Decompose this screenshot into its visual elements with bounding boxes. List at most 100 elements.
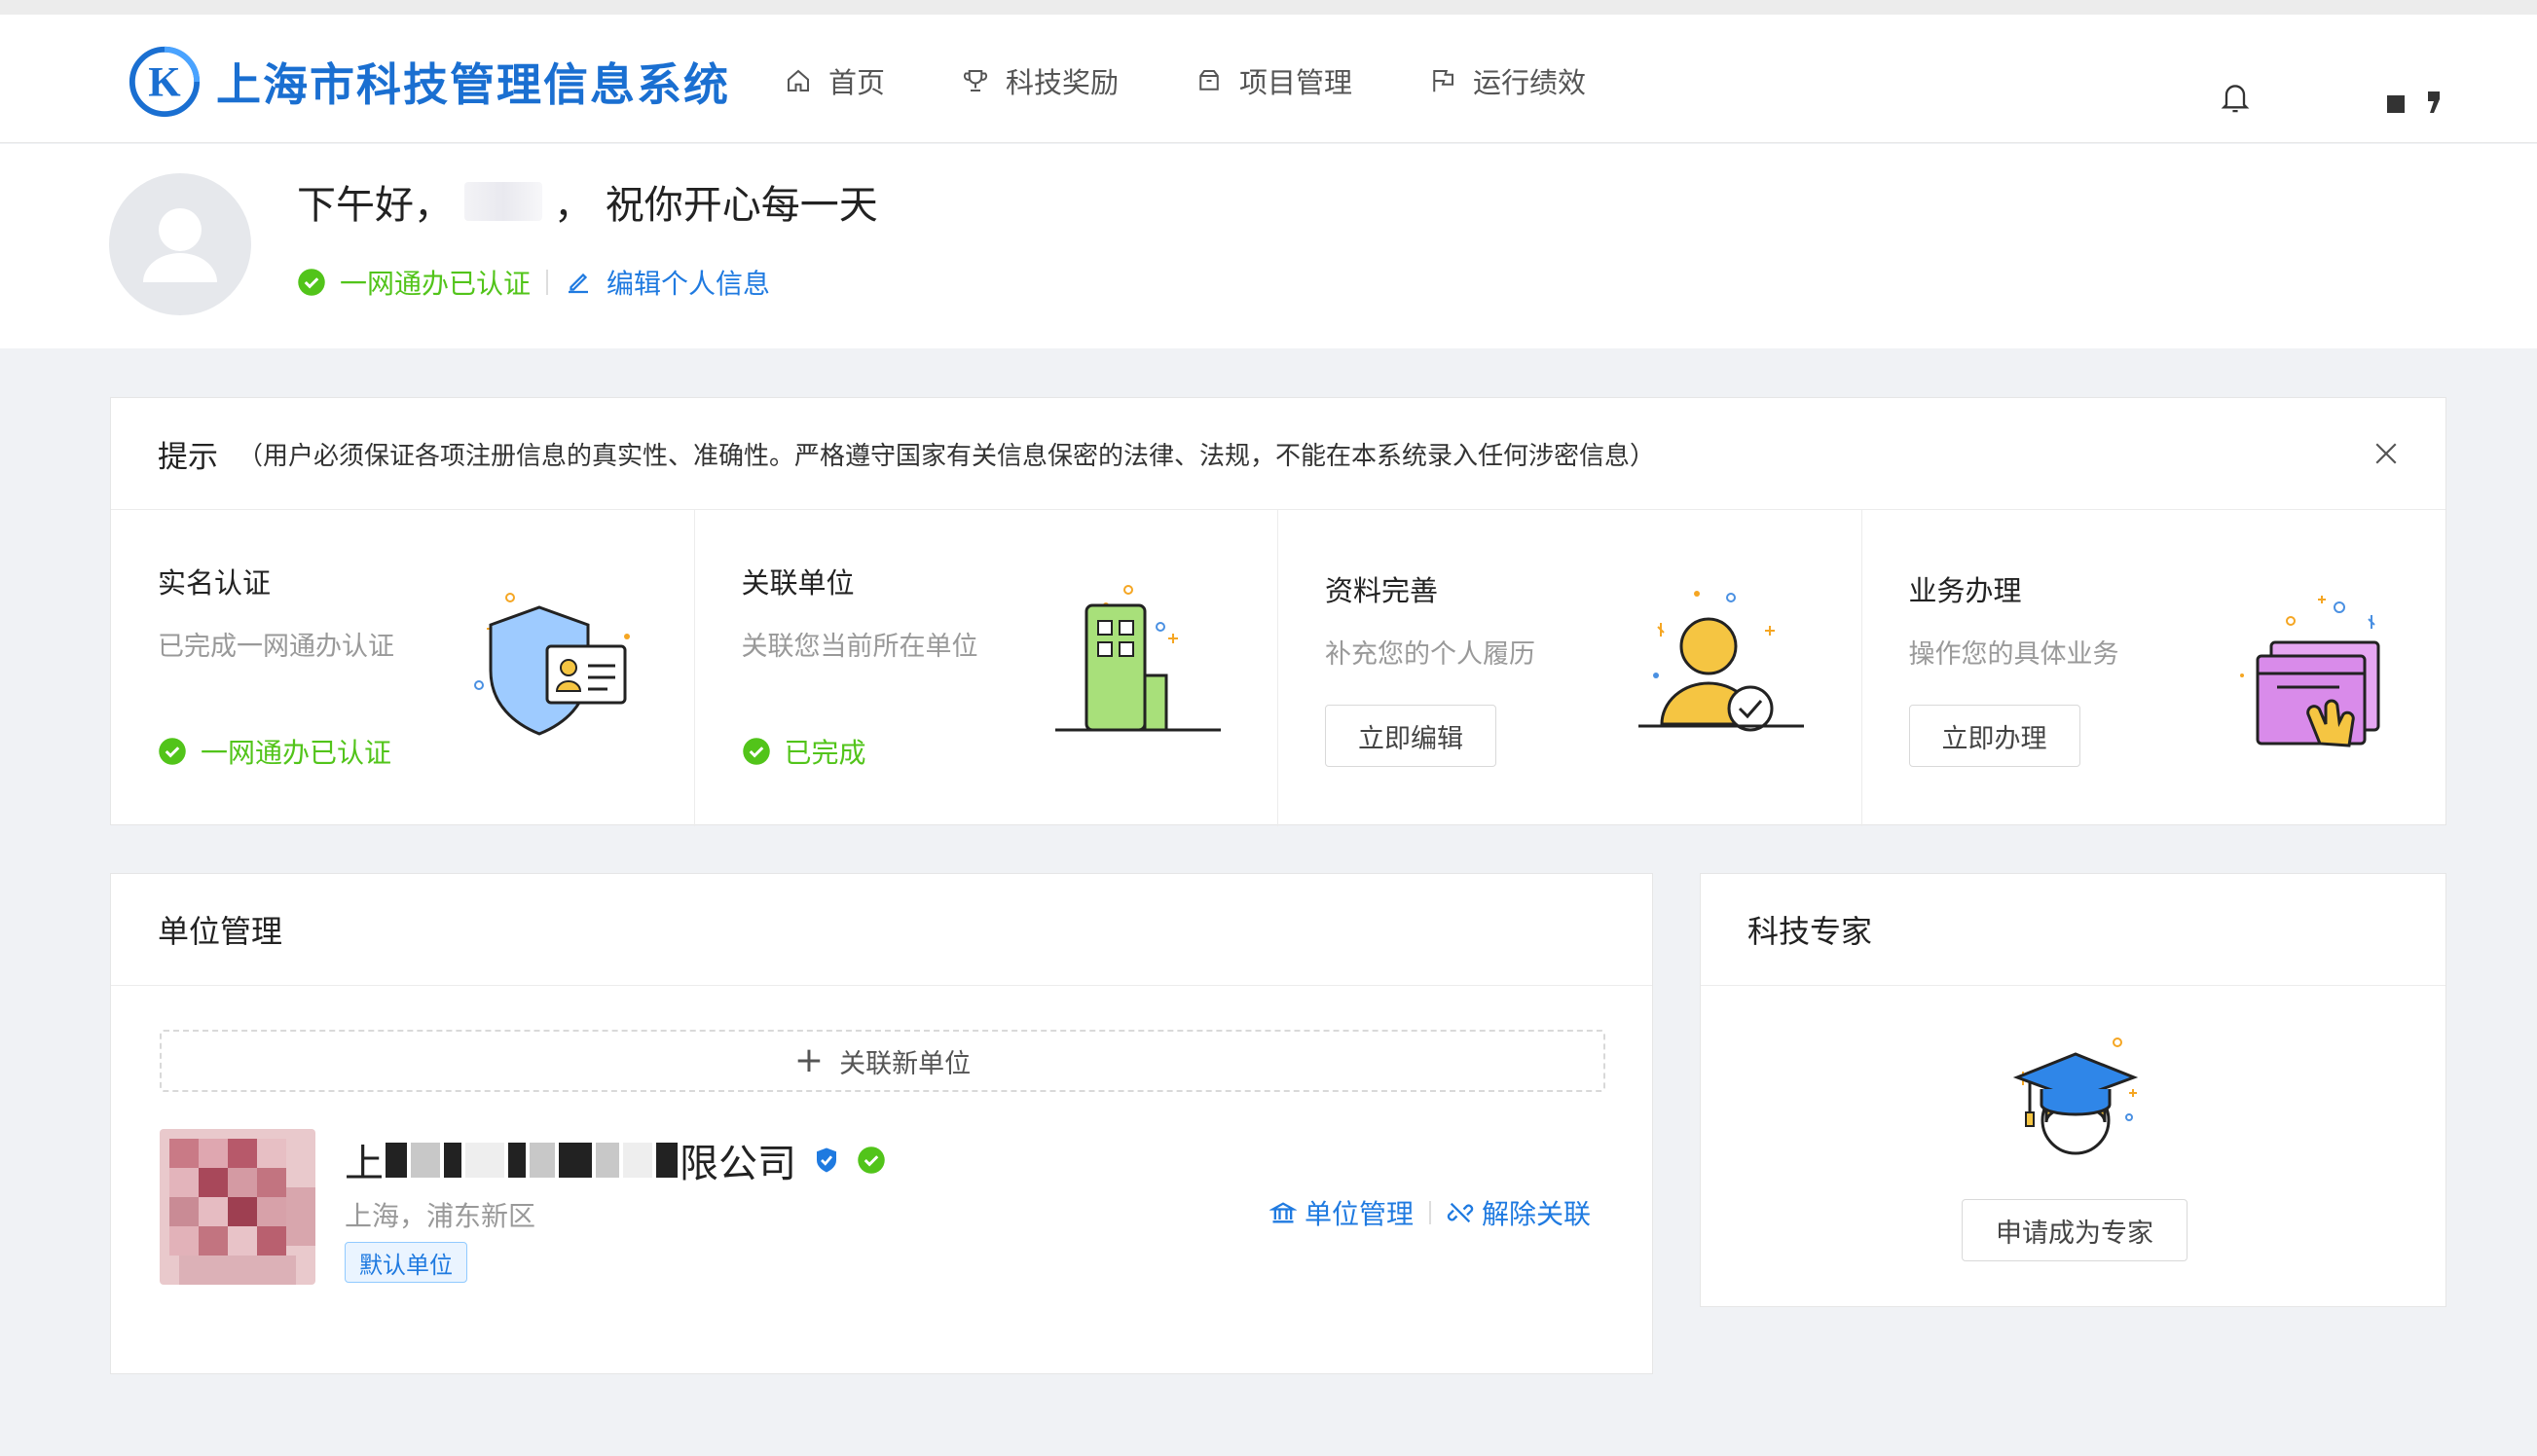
edit-profile-link[interactable]: 编辑个人信息 bbox=[607, 263, 770, 302]
unit-name-end: 限公司 bbox=[680, 1142, 796, 1186]
tip-title: 业务办理 bbox=[1908, 574, 2022, 607]
unlink-icon bbox=[1447, 1202, 1474, 1223]
user-check-icon bbox=[1638, 591, 1804, 732]
unit-management-card: 单位管理 + 关联新单位 上 限公司 上海，浦东新区 默认单位 单位管理 解除关… bbox=[110, 873, 1653, 1374]
tip-title: 实名认证 bbox=[158, 566, 272, 600]
building-icon bbox=[1054, 585, 1221, 732]
greeting-suffix: ， 祝你开心每一天 bbox=[554, 183, 878, 228]
pixelated-logo-icon bbox=[160, 1129, 315, 1285]
id-shield-icon bbox=[474, 593, 630, 736]
tips-header: 提示 （用户必须保证各项注册信息的真实性、准确性。严格遵守国家有关信息保密的法律… bbox=[111, 398, 2445, 510]
tip-title: 资料完善 bbox=[1325, 574, 1439, 607]
home-icon bbox=[788, 69, 809, 91]
plus-icon: + bbox=[793, 1040, 825, 1080]
redaction bbox=[656, 1143, 678, 1178]
nav-item-performance[interactable]: 运行绩效 bbox=[1428, 60, 1586, 101]
tips-grid: 实名认证 已完成一网通办认证 一网通办已认证 关联单位 关联您当前所在单位 已完… bbox=[111, 510, 2445, 826]
user-name-redacted bbox=[464, 182, 542, 221]
top-header: K 上海市科技管理信息系统 首页 科技奖励 项目管理 运行绩效 bbox=[0, 15, 2537, 143]
greeting-panel: 下午好， ， 祝你开心每一天 一网通办已认证 编辑个人信息 bbox=[0, 144, 2537, 348]
box-icon bbox=[1199, 70, 1219, 91]
greeting-text: 下午好， ， 祝你开心每一天 bbox=[297, 173, 878, 230]
tip-desc: 已完成一网通办认证 bbox=[158, 632, 394, 662]
redaction bbox=[530, 1143, 555, 1178]
unlink-label: 解除关联 bbox=[1482, 1198, 1592, 1230]
redaction bbox=[386, 1143, 407, 1178]
redaction bbox=[444, 1143, 461, 1178]
svg-text:K: K bbox=[148, 60, 181, 106]
unit-name-start: 上 bbox=[345, 1142, 384, 1186]
unit-manage-label: 单位管理 bbox=[1305, 1198, 1415, 1230]
add-unit-button[interactable]: + 关联新单位 bbox=[160, 1030, 1605, 1092]
cert-row: 一网通办已认证 编辑个人信息 bbox=[297, 263, 770, 302]
trophy-icon bbox=[963, 70, 988, 91]
tip-status: 一网通办已认证 bbox=[158, 732, 391, 771]
tip-status: 已完成 bbox=[742, 732, 866, 771]
tip-status-label: 一网通办已认证 bbox=[201, 737, 392, 769]
card-title: 单位管理 bbox=[111, 874, 1652, 986]
divider bbox=[1429, 1201, 1432, 1224]
add-unit-label: 关联新单位 bbox=[839, 1048, 972, 1079]
bell-icon[interactable] bbox=[2220, 80, 2251, 115]
logo-icon: K bbox=[129, 46, 201, 118]
nav-item-home[interactable]: 首页 bbox=[784, 60, 885, 101]
unit-name: 上 限公司 bbox=[345, 1132, 886, 1188]
tip-business: 业务办理 操作您的具体业务 立即办理 bbox=[1862, 510, 2446, 826]
edit-now-button[interactable]: 立即编辑 bbox=[1325, 705, 1496, 767]
avatar[interactable] bbox=[109, 173, 251, 315]
check-circle-icon bbox=[298, 269, 325, 296]
check-circle-icon bbox=[858, 1147, 885, 1174]
redaction bbox=[559, 1143, 592, 1178]
redaction bbox=[508, 1143, 526, 1178]
unit-manage-link[interactable]: 单位管理 bbox=[1269, 1193, 1414, 1232]
unlink-link[interactable]: 解除关联 bbox=[1447, 1193, 1591, 1232]
tip-desc: 关联您当前所在单位 bbox=[741, 632, 978, 662]
flag-icon bbox=[1433, 70, 1454, 92]
tips-title: 提示 bbox=[158, 439, 218, 475]
tip-linked-unit: 关联单位 关联您当前所在单位 已完成 bbox=[695, 510, 1278, 826]
check-circle-icon bbox=[742, 738, 770, 765]
check-circle-icon bbox=[159, 738, 186, 765]
certified-label: 一网通办已认证 bbox=[340, 268, 532, 300]
main-nav: 首页 科技奖励 项目管理 运行绩效 bbox=[784, 60, 1662, 101]
greeting-prefix: 下午好， bbox=[297, 183, 453, 228]
expert-card: 科技专家 申请成为专家 bbox=[1700, 873, 2446, 1307]
verified-badge-icon bbox=[817, 1147, 836, 1173]
nav-label: 运行绩效 bbox=[1473, 66, 1587, 99]
unit-logo bbox=[160, 1129, 315, 1285]
bank-icon bbox=[1269, 1202, 1297, 1223]
unit-location: 上海，浦东新区 bbox=[345, 1200, 536, 1232]
tips-card: 提示 （用户必须保证各项注册信息的真实性、准确性。严格遵守国家有关信息保密的法律… bbox=[110, 397, 2446, 826]
tip-real-name: 实名认证 已完成一网通办认证 一网通办已认证 bbox=[111, 510, 695, 826]
nav-item-projects[interactable]: 项目管理 bbox=[1195, 60, 1352, 101]
tip-desc: 补充您的个人履历 bbox=[1325, 639, 1535, 670]
tips-note: （用户必须保证各项注册信息的真实性、准确性。严格遵守国家有关信息保密的法律、法规… bbox=[238, 441, 1656, 471]
unit-actions: 单位管理 解除关联 bbox=[1269, 1193, 1591, 1232]
divider bbox=[546, 270, 549, 295]
browser-top-strip bbox=[0, 0, 2537, 15]
nav-item-awards[interactable]: 科技奖励 bbox=[961, 60, 1119, 101]
redaction bbox=[411, 1143, 440, 1178]
redaction bbox=[596, 1143, 619, 1178]
default-unit-tag: 默认单位 bbox=[345, 1242, 467, 1283]
nav-label: 科技奖励 bbox=[1006, 66, 1120, 99]
redaction bbox=[623, 1143, 652, 1178]
redaction bbox=[465, 1143, 504, 1178]
tip-status-label: 已完成 bbox=[784, 737, 866, 769]
nav-label: 项目管理 bbox=[1239, 66, 1353, 99]
apply-expert-button[interactable]: 申请成为专家 bbox=[1962, 1199, 2188, 1261]
user-silhouette-icon bbox=[143, 208, 217, 282]
close-icon[interactable] bbox=[2373, 441, 2399, 466]
tip-desc: 操作您的具体业务 bbox=[1908, 639, 2119, 670]
card-title: 科技专家 bbox=[1701, 874, 2445, 986]
edit-icon bbox=[569, 273, 589, 294]
hand-click-icon bbox=[2239, 596, 2379, 747]
app-title: 上海市科技管理信息系统 bbox=[216, 58, 730, 111]
handle-now-button[interactable]: 立即办理 bbox=[1908, 705, 2080, 767]
user-menu-icon[interactable] bbox=[2385, 88, 2447, 117]
tip-title: 关联单位 bbox=[741, 566, 855, 600]
tip-profile: 资料完善 补充您的个人履历 立即编辑 bbox=[1278, 510, 1862, 826]
graduate-icon bbox=[2012, 1037, 2139, 1155]
nav-label: 首页 bbox=[828, 66, 886, 99]
logo[interactable]: K 上海市科技管理信息系统 bbox=[127, 44, 730, 120]
